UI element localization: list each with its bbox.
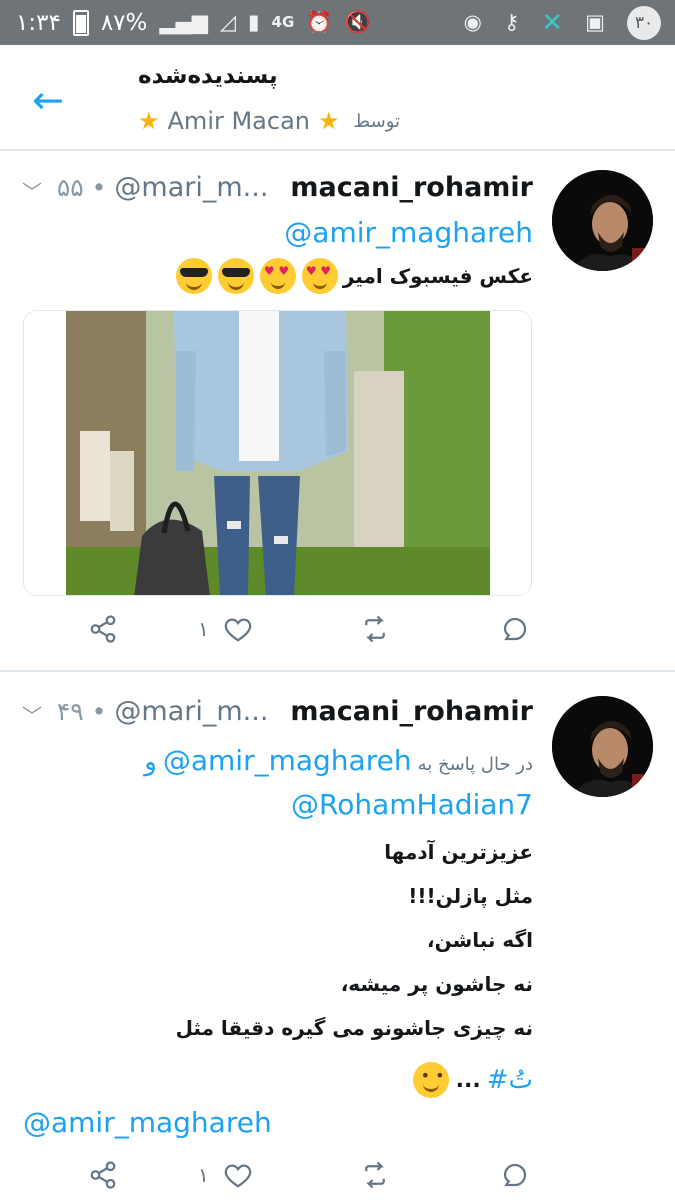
chevron-down-icon[interactable]: ﹀ [22, 176, 42, 205]
image-icon: ▣ [585, 10, 605, 34]
signal-icon-2: ◿ [219, 10, 236, 34]
reply-prefix: در حال پاسخ به [417, 754, 533, 775]
like-button[interactable]: ۱ [198, 614, 253, 644]
sunglasses-emoji-icon [175, 258, 212, 294]
tweet-photo[interactable] [23, 310, 532, 596]
chevron-down-icon[interactable]: ﹀ [22, 700, 42, 729]
status-bar: ۱:۳۴ ۸۷% ▂▄▆ ◿ ▮ 4G ⏰ 🔇 ◉ ⚷ ✕ ▣ ۳۰ [0, 0, 675, 45]
close-icon: ✕ [541, 7, 564, 38]
header-by-label: توسط [353, 110, 401, 132]
avatar[interactable] [552, 170, 653, 271]
tweet-line: نه جاشون پر میشه، [340, 972, 533, 996]
ellipsis: ... [455, 1067, 481, 1093]
network-type: 4G [271, 13, 295, 31]
hashtag-row: ... #تُ [412, 1062, 533, 1098]
reply-context: و @amir_maghareh در حال پاسخ به [144, 744, 533, 777]
heart-eyes-emoji-icon [301, 258, 338, 294]
reply-user-2[interactable]: @RohamHadian7 [291, 788, 533, 821]
retweet-icon[interactable] [360, 614, 390, 644]
tweet-text: عکس فیسبوک امیر [342, 264, 533, 288]
share-icon[interactable] [88, 614, 118, 644]
like-button[interactable]: ۱ [198, 1160, 253, 1190]
tweet-time: ۴۹ • [56, 697, 107, 726]
tweet-line: نه چیزی جاشونو می گیره دقیقا مثل [175, 1016, 533, 1040]
reply-user-1[interactable]: @amir_maghareh [163, 744, 412, 777]
battery-percent: ۸۷% [100, 9, 148, 36]
star-icon: ★ [318, 107, 340, 135]
tweet-1[interactable]: ﹀ ۵۵ • @mari_m... macani_rohamir @amir_m… [0, 152, 675, 670]
tweet-actions: ۱ [0, 1160, 675, 1200]
tweet-author-name[interactable]: macani_rohamir [290, 696, 533, 727]
signal-icon: ▂▄▆ [159, 10, 208, 34]
tweet-line: مثل پازلن!!! [408, 884, 533, 908]
sunglasses-emoji-icon [217, 258, 254, 294]
alarm-icon: ⏰ [306, 10, 333, 34]
header-user[interactable]: Amir Macan [168, 107, 311, 135]
clock: ۱:۳۴ [16, 9, 61, 36]
share-icon[interactable] [88, 1160, 118, 1190]
tweet-time: ۵۵ • [56, 173, 107, 202]
mute-icon: 🔇 [344, 10, 371, 34]
tweet-line: عزیزترین آدمها [384, 840, 533, 864]
battery-icon [72, 9, 89, 36]
hashtag-link[interactable]: #تُ [487, 1065, 533, 1095]
heart-icon [224, 1164, 251, 1188]
tweet-text-row: عکس فیسبوک امیر [175, 258, 533, 294]
retweet-icon[interactable] [360, 1160, 390, 1190]
heart-eyes-emoji-icon [259, 258, 296, 294]
tweet-meta: ۴۹ • @mari_m... macani_rohamir [57, 696, 533, 727]
trailing-mention[interactable]: @amir_maghareh [23, 1106, 272, 1139]
tweet-mention[interactable]: @amir_maghareh [284, 216, 533, 249]
notification-count-badge: ۳۰ [627, 5, 661, 40]
heart-icon [224, 618, 251, 642]
avatar[interactable] [552, 696, 653, 797]
reply-icon[interactable] [500, 1160, 530, 1190]
like-count: ۱ [198, 1163, 209, 1187]
tweet-handle[interactable]: @mari_m... [114, 172, 268, 203]
star-icon: ★ [138, 107, 160, 135]
tweet-actions: ۱ [0, 614, 675, 654]
page-title: پسندیده‌شده [138, 63, 278, 89]
reply-icon[interactable] [500, 614, 530, 644]
smile-emoji-icon [412, 1062, 449, 1098]
tweet-handle[interactable]: @mari_m... [114, 696, 268, 727]
like-count: ۱ [198, 617, 209, 641]
tweet-author-name[interactable]: macani_rohamir [290, 172, 533, 203]
tweet-2[interactable]: ﹀ ۴۹ • @mari_m... macani_rohamir و @amir… [0, 672, 675, 1200]
back-arrow-icon[interactable]: ← [32, 81, 64, 119]
reply-and: و [144, 747, 157, 777]
tweet-line: اگه نباشن، [426, 928, 533, 952]
sim-icon: ▮ [247, 10, 260, 34]
cd-icon: ◉ [463, 10, 482, 34]
header-subtitle: ★ Amir Macan ★ توسط [138, 107, 400, 135]
key-icon: ⚷ [503, 10, 520, 34]
app-header: ← پسندیده‌شده ★ Amir Macan ★ توسط [0, 45, 675, 151]
tweet-meta: ۵۵ • @mari_m... macani_rohamir [57, 172, 533, 203]
